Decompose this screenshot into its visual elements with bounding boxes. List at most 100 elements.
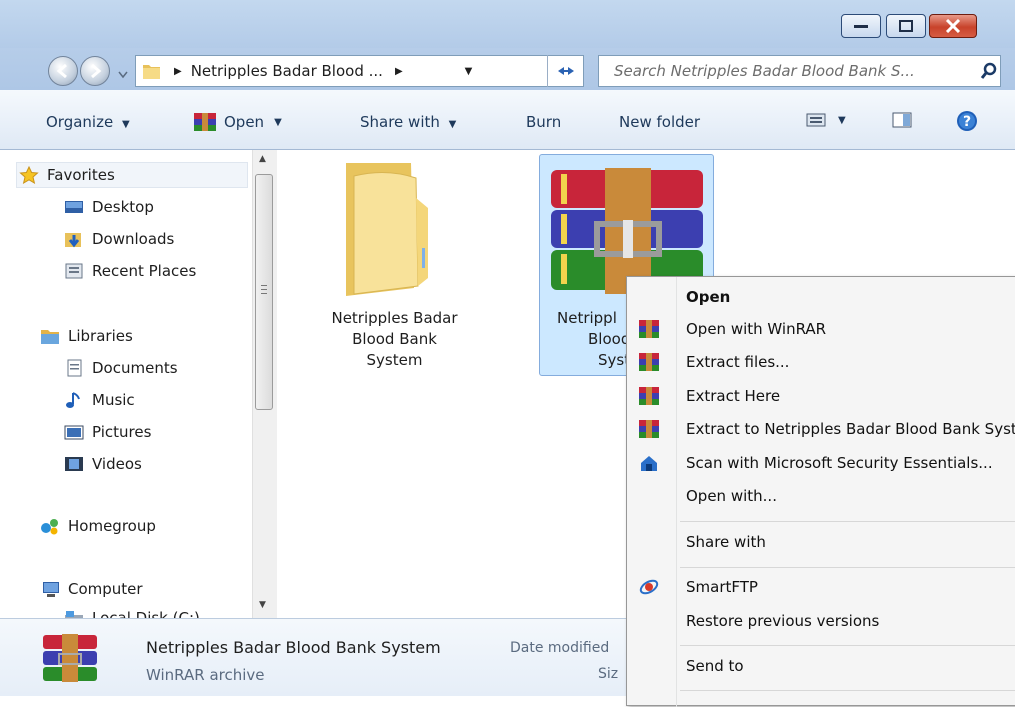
search-placeholder[interactable]: Search Netripples Badar Blood Bank S... xyxy=(614,62,964,80)
breadcrumb-arrow-icon[interactable]: ▶ xyxy=(395,66,403,77)
menu-separator xyxy=(680,690,1015,691)
chevron-down-icon: ▼ xyxy=(274,116,282,128)
folder-name-line: Blood Bank xyxy=(352,330,437,348)
videos-icon xyxy=(65,457,83,471)
close-icon xyxy=(945,19,961,33)
nav-label: Videos xyxy=(92,455,142,473)
menu-separator xyxy=(680,645,1015,646)
change-view-button[interactable]: ▼ xyxy=(806,112,846,128)
chevron-down-icon xyxy=(118,71,128,79)
winrar-icon xyxy=(639,387,659,405)
organize-button[interactable]: Organize ▼ xyxy=(46,113,130,131)
scroll-up-arrow-icon[interactable]: ▲ xyxy=(259,154,266,164)
nav-label: Computer xyxy=(68,580,143,598)
winrar-icon xyxy=(639,320,659,338)
scroll-down-arrow-icon[interactable]: ▼ xyxy=(259,600,266,610)
menu-extract-to[interactable]: Extract to Netripples Badar Blood Bank S… xyxy=(686,420,1015,438)
details-file-type: WinRAR archive xyxy=(146,666,265,684)
nav-local-disk[interactable]: Local Disk (C:) xyxy=(64,605,200,618)
menu-open[interactable]: Open xyxy=(686,288,730,306)
folder-item[interactable]: Netripples Badar Blood Bank System xyxy=(307,154,482,376)
menu-extract-here[interactable]: Extract Here xyxy=(686,387,780,405)
menu-smartftp[interactable]: SmartFTP xyxy=(686,578,758,596)
nav-pictures[interactable]: Pictures xyxy=(64,419,151,445)
computer-icon xyxy=(43,582,59,597)
menu-scan-security-essentials[interactable]: Scan with Microsoft Security Essentials.… xyxy=(686,454,1015,472)
nav-label: Homegroup xyxy=(68,517,156,535)
menu-open-with[interactable]: Open with... xyxy=(686,487,777,505)
winrar-icon xyxy=(43,634,97,682)
folder-name-line: Netripples Badar xyxy=(331,309,458,327)
winrar-icon xyxy=(639,420,659,438)
recent-pages-dropdown[interactable] xyxy=(117,66,129,79)
command-bar xyxy=(0,90,1015,150)
back-button[interactable] xyxy=(48,56,78,86)
refresh-icon xyxy=(558,67,574,75)
nav-homegroup[interactable]: Homegroup xyxy=(40,513,156,539)
folder-name-line: System xyxy=(366,351,423,369)
refresh-button[interactable] xyxy=(547,55,584,87)
disk-icon xyxy=(65,611,83,618)
nav-downloads[interactable]: Downloads xyxy=(64,226,174,252)
scrollbar-thumb[interactable] xyxy=(255,174,273,410)
menu-restore-previous-versions[interactable]: Restore previous versions xyxy=(686,612,879,630)
minimize-button[interactable] xyxy=(841,14,881,38)
documents-icon xyxy=(67,359,82,377)
winrar-icon xyxy=(194,113,216,131)
nav-computer[interactable]: Computer xyxy=(40,576,143,602)
libraries-icon xyxy=(41,330,59,344)
address-history-dropdown[interactable]: ▼ xyxy=(465,66,473,77)
search-box[interactable]: Search Netripples Badar Blood Bank S... xyxy=(598,55,1001,87)
nav-libraries[interactable]: Libraries xyxy=(40,323,133,349)
open-button[interactable]: Open ▼ xyxy=(194,113,282,131)
forward-button[interactable] xyxy=(80,56,110,86)
chevron-down-icon: ▼ xyxy=(448,119,457,130)
star-icon xyxy=(19,166,39,184)
maximize-button[interactable] xyxy=(886,14,926,38)
recent-places-icon xyxy=(65,263,83,279)
nav-label: Music xyxy=(92,391,135,409)
homegroup-icon xyxy=(41,519,58,535)
nav-label: Pictures xyxy=(92,423,152,441)
preview-pane-button[interactable] xyxy=(892,112,912,132)
address-bar[interactable]: ▶ Netripples Badar Blood ... ▶ ▼ xyxy=(135,55,584,87)
close-button[interactable] xyxy=(929,14,977,38)
burn-button[interactable]: Burn xyxy=(526,113,561,131)
menu-send-to[interactable]: Send to xyxy=(686,657,744,675)
menu-separator xyxy=(680,567,1015,568)
downloads-icon xyxy=(65,233,81,248)
music-icon xyxy=(66,392,80,408)
navigation-pane: Favorites Desktop Downloads Recent Place… xyxy=(0,150,277,618)
nav-favorites[interactable]: Favorites xyxy=(16,162,248,188)
search-icon[interactable] xyxy=(980,62,998,80)
nav-label: Documents xyxy=(92,359,178,377)
help-icon: ? xyxy=(957,111,977,131)
share-with-button[interactable]: Share with ▼ xyxy=(360,113,456,131)
menu-open-with-winrar[interactable]: Open with WinRAR xyxy=(686,320,826,338)
help-button[interactable]: ? xyxy=(956,110,978,136)
breadcrumb-arrow-icon[interactable]: ▶ xyxy=(174,66,182,77)
share-with-label: Share with xyxy=(360,113,440,131)
folder-icon xyxy=(346,163,428,296)
nav-recent-places[interactable]: Recent Places xyxy=(64,258,196,284)
nav-documents[interactable]: Documents xyxy=(64,355,178,381)
desktop-icon xyxy=(65,201,83,213)
nav-videos[interactable]: Videos xyxy=(64,451,142,477)
nav-label: Downloads xyxy=(92,230,175,248)
open-label: Open xyxy=(224,113,265,131)
forward-arrow-icon xyxy=(91,63,102,79)
pictures-icon xyxy=(64,425,84,440)
nav-label: Recent Places xyxy=(92,262,197,280)
details-modified-label: Date modified xyxy=(510,640,610,656)
menu-extract-files[interactable]: Extract files... xyxy=(686,353,789,371)
maximize-icon xyxy=(899,20,913,32)
context-menu xyxy=(626,276,1015,707)
svg-text:?: ? xyxy=(963,114,971,130)
nav-music[interactable]: Music xyxy=(64,387,135,413)
back-arrow-icon xyxy=(56,63,67,79)
breadcrumb-item[interactable]: Netripples Badar Blood ... xyxy=(191,62,383,80)
nav-label: Local Disk (C:) xyxy=(92,609,200,618)
nav-desktop[interactable]: Desktop xyxy=(64,194,154,220)
menu-share-with[interactable]: Share with xyxy=(686,533,766,551)
new-folder-button[interactable]: New folder xyxy=(619,113,700,131)
